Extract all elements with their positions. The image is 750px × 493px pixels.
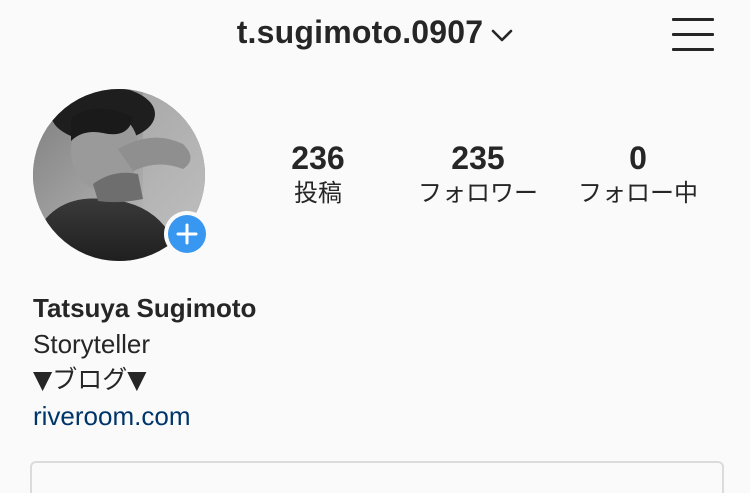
profile-stats: 236 投稿 235 フォロワー 0 フォロー中 [238, 138, 718, 218]
stat-posts-label: 投稿 [294, 179, 342, 207]
plus-icon[interactable] [168, 215, 206, 253]
stat-followers-count: 235 [451, 140, 505, 176]
account-switcher[interactable]: t.sugimoto.0907 [0, 14, 750, 51]
username-title[interactable]: t.sugimoto.0907 [237, 14, 484, 50]
stat-following-label: フォロー中 [578, 179, 698, 207]
bio-line-1: Storyteller [33, 329, 151, 359]
stat-followers-label: フォロワー [418, 179, 538, 207]
profile-avatar-container[interactable] [33, 89, 210, 261]
stat-posts-count: 236 [291, 140, 345, 176]
menu-icon[interactable] [672, 16, 714, 52]
stat-posts[interactable]: 236 投稿 [238, 138, 398, 208]
chevron-down-icon[interactable] [491, 14, 513, 51]
top-bar: t.sugimoto.0907 [0, 0, 750, 72]
add-story-button[interactable] [164, 211, 210, 257]
profile-bio: Tatsuya Sugimoto Storyteller ▼ブログ▼ river… [33, 290, 713, 434]
stat-followers[interactable]: 235 フォロワー [398, 138, 558, 208]
stat-following-count: 0 [629, 140, 647, 176]
profile-name: Tatsuya Sugimoto [33, 293, 257, 323]
profile-link[interactable]: riveroom.com [33, 398, 190, 434]
stat-following[interactable]: 0 フォロー中 [558, 138, 718, 208]
bio-line-2: ▼ブログ▼ [33, 365, 147, 394]
